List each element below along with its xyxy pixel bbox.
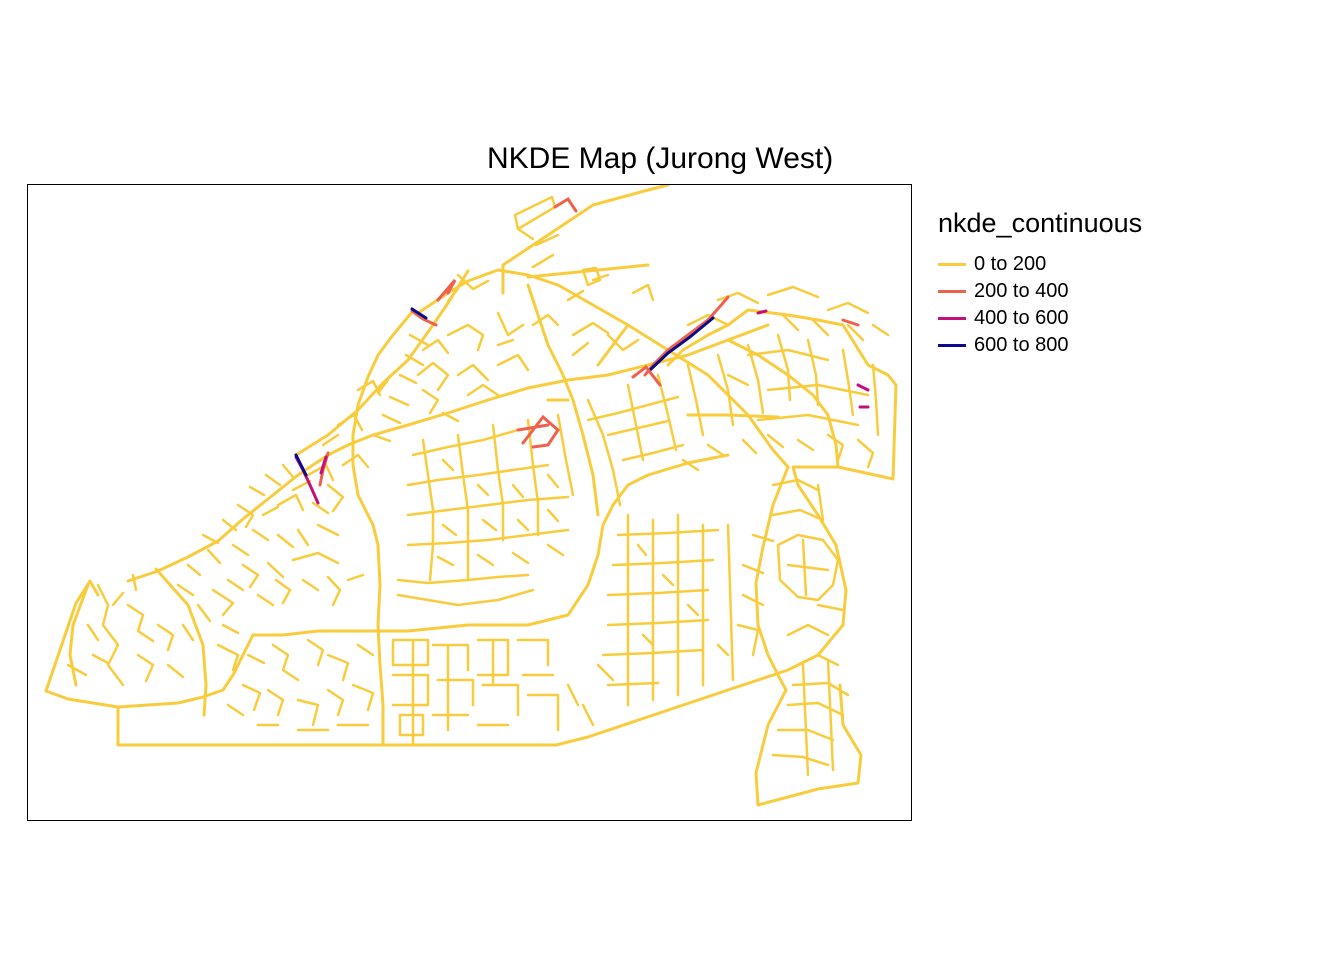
legend-item: 0 to 200 <box>938 251 1142 278</box>
network-streets <box>66 195 890 777</box>
map-title: NKDE Map (Jurong West) <box>487 142 834 175</box>
legend-swatch <box>938 290 966 293</box>
legend-label: 600 to 800 <box>974 334 1069 356</box>
legend-item: 400 to 600 <box>938 305 1142 332</box>
legend-item: 600 to 800 <box>938 332 1142 359</box>
legend-title: nkde_continuous <box>938 208 1143 238</box>
map-legend: nkde_continuous 0 to 200 200 to 400 400 … <box>938 208 1142 359</box>
legend-swatch <box>938 317 966 320</box>
legend-label: 0 to 200 <box>974 253 1047 275</box>
legend-swatch <box>938 263 966 266</box>
map-panel[interactable] <box>27 184 912 821</box>
legend-label: 200 to 400 <box>974 280 1069 302</box>
road-network-map[interactable] <box>28 185 913 822</box>
legend-item: 200 to 400 <box>938 278 1142 305</box>
legend-swatch <box>938 344 966 347</box>
legend-label: 400 to 600 <box>974 307 1069 329</box>
network-boundary <box>44 185 898 807</box>
